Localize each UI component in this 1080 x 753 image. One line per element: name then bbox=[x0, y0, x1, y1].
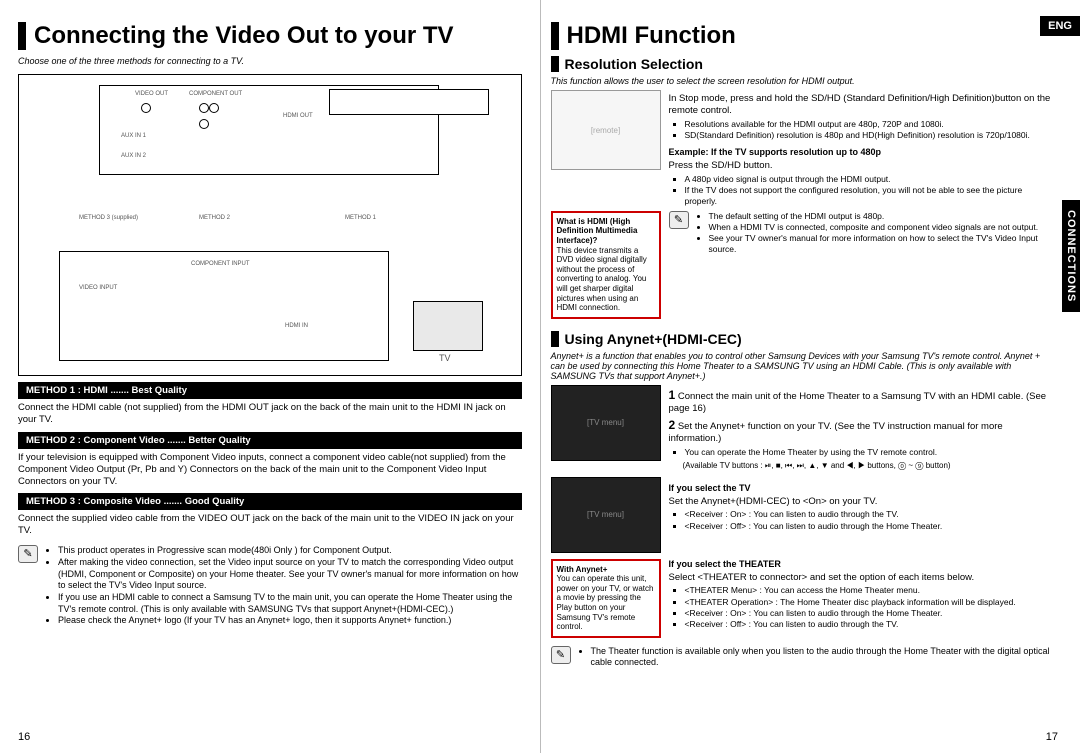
with-anynet-title: With Anynet+ bbox=[557, 565, 608, 574]
method2-tag: METHOD 2 bbox=[199, 215, 230, 221]
note-icon: ✎ bbox=[669, 211, 689, 229]
remote-diagram: [remote] bbox=[551, 90, 661, 170]
hdmi-box-body: This device transmits a DVD video signal… bbox=[557, 246, 647, 313]
note-item: See your TV owner's manual for more info… bbox=[709, 233, 1055, 255]
resolution-step: In Stop mode, press and hold the SD/HD (… bbox=[669, 93, 1055, 117]
list-item: SD(Standard Definition) resolution is 48… bbox=[685, 130, 1055, 141]
if-tv-body: Set the Anynet+(HDMI-CEC) to <On> on you… bbox=[669, 496, 1055, 508]
componentout-label: COMPONENT OUT bbox=[189, 91, 242, 97]
final-note-row: ✎ The Theater function is available only… bbox=[551, 646, 1055, 669]
step-number: 1 bbox=[669, 388, 676, 402]
videoout-label: VIDEO OUT bbox=[135, 91, 168, 97]
compin-label: COMPONENT INPUT bbox=[191, 261, 250, 267]
language-tab: ENG bbox=[1040, 16, 1080, 36]
list-item: If the TV does not support the configure… bbox=[685, 185, 1055, 207]
list-item: You can operate the Home Theater by usin… bbox=[685, 447, 1055, 458]
list-item: Resolutions available for the HDMI outpu… bbox=[685, 119, 1055, 130]
with-anynet-box: With Anynet+ You can operate this unit, … bbox=[551, 559, 661, 638]
example-line: Example: If the TV supports resolution u… bbox=[669, 147, 1055, 157]
note-item: Please check the Anynet+ logo (If your T… bbox=[58, 615, 522, 627]
tv-menu-screenshot: [TV menu] bbox=[551, 477, 661, 553]
aux1-label: AUX IN 1 bbox=[121, 133, 146, 139]
list-item: <Receiver : On> : You can listen to audi… bbox=[685, 509, 1055, 520]
method2-body: If your television is equipped with Comp… bbox=[18, 452, 522, 488]
method3-heading: METHOD 3 : Composite Video ....... Good … bbox=[18, 493, 522, 510]
if-theater-body: Select <THEATER to connector> and set th… bbox=[669, 572, 1055, 584]
method1-body: Connect the HDMI cable (not supplied) fr… bbox=[18, 402, 522, 426]
page-number: 17 bbox=[1046, 731, 1058, 743]
list-item: A 480p video signal is output through th… bbox=[685, 174, 1055, 185]
if-tv-heading: If you select the TV bbox=[669, 483, 1055, 493]
videoin-label: VIDEO INPUT bbox=[79, 285, 117, 291]
note-item: After making the video connection, set t… bbox=[58, 557, 522, 592]
tv-menu-screenshot: [TV menu] bbox=[551, 385, 661, 461]
method3-body: Connect the supplied video cable from th… bbox=[18, 513, 522, 537]
resolution-intro: This function allows the user to select … bbox=[551, 76, 1055, 86]
note-icon: ✎ bbox=[18, 545, 38, 563]
method1-tag: METHOD 1 bbox=[345, 215, 376, 221]
hdmi-box-title: What is HDMI (High Definition Multimedia… bbox=[557, 217, 638, 245]
available-buttons: (Available TV buttons : ⏯, ■, ⏮, ⏭, ▲, ▼… bbox=[683, 461, 1055, 471]
list-item: <THEATER Operation> : The Home Theater d… bbox=[685, 597, 1055, 608]
left-notes: ✎ This product operates in Progressive s… bbox=[18, 545, 522, 627]
with-anynet-body: You can operate this unit, power on your… bbox=[557, 574, 654, 631]
tv-label: TV bbox=[439, 353, 451, 363]
note-item: If you use an HDMI cable to connect a Sa… bbox=[58, 592, 522, 615]
list-item: <THEATER Menu> : You can access the Home… bbox=[685, 585, 1055, 596]
anynet-intro: Anynet+ is a function that enables you t… bbox=[551, 351, 1055, 381]
what-is-hdmi-box: What is HDMI (High Definition Multimedia… bbox=[551, 211, 661, 319]
page-number: 16 bbox=[18, 731, 30, 743]
note-icon: ✎ bbox=[551, 646, 571, 664]
note-item: This product operates in Progressive sca… bbox=[58, 545, 522, 557]
anynet-step1: Connect the main unit of the Home Theate… bbox=[669, 391, 1047, 414]
method1-heading: METHOD 1 : HDMI ....... Best Quality bbox=[18, 382, 522, 399]
note-item: The Theater function is available only w… bbox=[591, 646, 1055, 669]
note-item: When a HDMI TV is connected, composite a… bbox=[709, 222, 1055, 233]
note-item: The default setting of the HDMI output i… bbox=[709, 211, 1055, 222]
page-title: HDMI Function bbox=[551, 22, 1055, 50]
intro-text: Choose one of the three methods for conn… bbox=[18, 56, 522, 66]
method3-tag: METHOD 3 (supplied) bbox=[79, 215, 138, 221]
connection-diagram: TV METHOD 3 (supplied) METHOD 2 METHOD 1… bbox=[18, 74, 522, 376]
list-item: <Receiver : Off> : You can listen to aud… bbox=[685, 619, 1055, 630]
page-right: ENG CONNECTIONS HDMI Function Resolution… bbox=[541, 0, 1080, 753]
if-theater-heading: If you select the THEATER bbox=[669, 559, 1055, 569]
step-number: 2 bbox=[669, 418, 676, 432]
section-tab: CONNECTIONS bbox=[1062, 200, 1080, 312]
page-left: Connecting the Video Out to your TV Choo… bbox=[0, 0, 540, 753]
method2-heading: METHOD 2 : Component Video ....... Bette… bbox=[18, 432, 522, 449]
page-title: Connecting the Video Out to your TV bbox=[18, 22, 522, 50]
list-item: <Receiver : On> : You can listen to audi… bbox=[685, 608, 1055, 619]
anynet-heading: Using Anynet+(HDMI-CEC) bbox=[551, 331, 1055, 347]
hdmiout-label: HDMI OUT bbox=[283, 113, 313, 119]
anynet-step2: Set the Anynet+ function on your TV. (Se… bbox=[669, 421, 1003, 444]
hdmiin-label: HDMI IN bbox=[285, 323, 308, 329]
list-item: <Receiver : Off> : You can listen to aud… bbox=[685, 521, 1055, 532]
resolution-heading: Resolution Selection bbox=[551, 56, 1055, 72]
press-sdhd: Press the SD/HD button. bbox=[669, 160, 1055, 172]
aux2-label: AUX IN 2 bbox=[121, 153, 146, 159]
